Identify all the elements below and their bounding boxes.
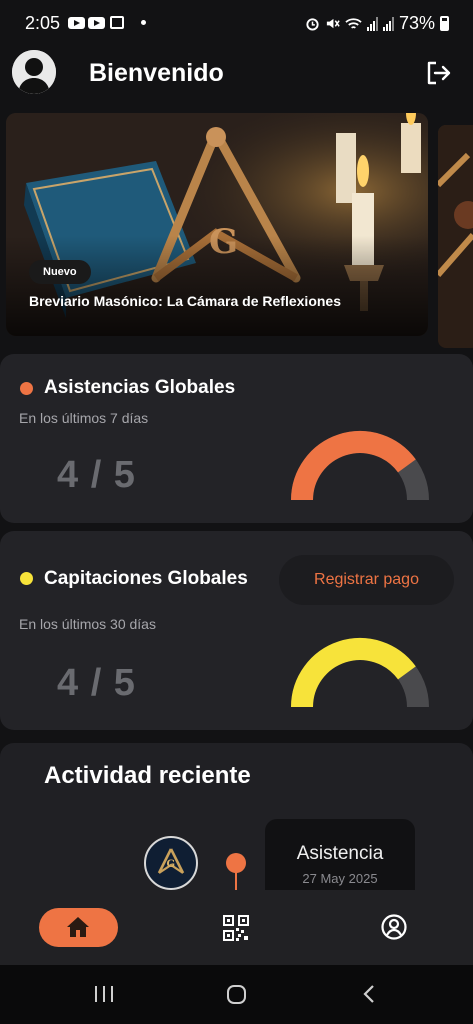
home-system-icon[interactable] <box>226 984 247 1005</box>
attendance-gauge <box>291 431 429 501</box>
status-badge: Nuevo <box>29 260 91 284</box>
system-navigation-bar <box>0 965 473 1024</box>
back-icon[interactable] <box>362 984 376 1004</box>
avatar[interactable] <box>12 50 56 94</box>
status-right: 73% <box>305 13 449 34</box>
mute-icon <box>326 18 340 29</box>
activity-title: Actividad reciente <box>44 762 251 789</box>
status-bar: 2:05 73% <box>0 0 473 46</box>
home-icon <box>67 917 89 937</box>
carousel-card-title: Breviario Masónico: La Cámara de Reflexi… <box>29 293 341 309</box>
notification-icons <box>68 16 146 29</box>
attendance-card: Asistencias Globales En los últimos 7 dí… <box>0 354 473 523</box>
qr-code-icon[interactable] <box>223 915 249 941</box>
activity-date: 27 May 2025 <box>302 871 378 886</box>
capitation-gauge <box>291 638 429 708</box>
svg-text:G: G <box>167 859 176 870</box>
news-carousel[interactable]: G Nuevo Breviario Masónico: La Cámara de… <box>6 113 473 348</box>
carousel-next-image <box>438 125 473 348</box>
bottom-navigation <box>0 890 473 965</box>
page-title: Bienvenido <box>89 59 224 87</box>
capitation-indicator <box>20 572 33 585</box>
gauge-fill <box>291 638 416 708</box>
profile-icon[interactable] <box>381 914 407 940</box>
capitation-title: Capitaciones Globales <box>44 568 248 589</box>
user-avatar-icon <box>12 50 56 94</box>
alarm-icon <box>306 18 319 31</box>
gallery-icon <box>110 16 124 29</box>
logout-icon[interactable] <box>424 59 452 87</box>
attendance-indicator <box>20 382 33 395</box>
attendance-title: Asistencias Globales <box>44 377 236 398</box>
app-screen: 2:05 73% Bienvenido Nuevo Breviario Masó… <box>0 0 473 1024</box>
activity-type: Asistencia <box>296 843 384 864</box>
timeline-marker <box>226 853 246 873</box>
lodge-logo: G <box>144 836 198 890</box>
square-compass-icon: G <box>157 848 185 874</box>
attendance-subtitle: En los últimos 7 días <box>19 410 149 426</box>
status-time: 2:05 <box>25 13 61 33</box>
attendance-value: 4 / 5 <box>57 454 136 496</box>
battery-percent: 73% <box>398 13 435 33</box>
more-notifications-icon <box>141 20 146 25</box>
wifi-icon <box>345 17 362 29</box>
carousel-card-next[interactable] <box>438 125 473 348</box>
timeline-line <box>235 871 237 891</box>
youtube-icon <box>68 16 85 29</box>
gauge-fill <box>291 431 416 501</box>
capitation-subtitle: En los últimos 30 días <box>19 616 156 632</box>
capitation-card: Capitaciones Globales Registrar pago En … <box>0 531 473 730</box>
nav-home-button[interactable] <box>39 908 118 947</box>
signal-icon <box>366 16 378 31</box>
battery-icon <box>440 16 449 31</box>
youtube-icon <box>88 16 105 29</box>
signal-icon <box>382 16 394 31</box>
recent-apps-icon[interactable] <box>93 984 115 1004</box>
register-payment-button[interactable]: Registrar pago <box>279 555 454 605</box>
capitation-value: 4 / 5 <box>57 662 136 704</box>
carousel-card[interactable]: G Nuevo Breviario Masónico: La Cámara de… <box>6 113 428 336</box>
